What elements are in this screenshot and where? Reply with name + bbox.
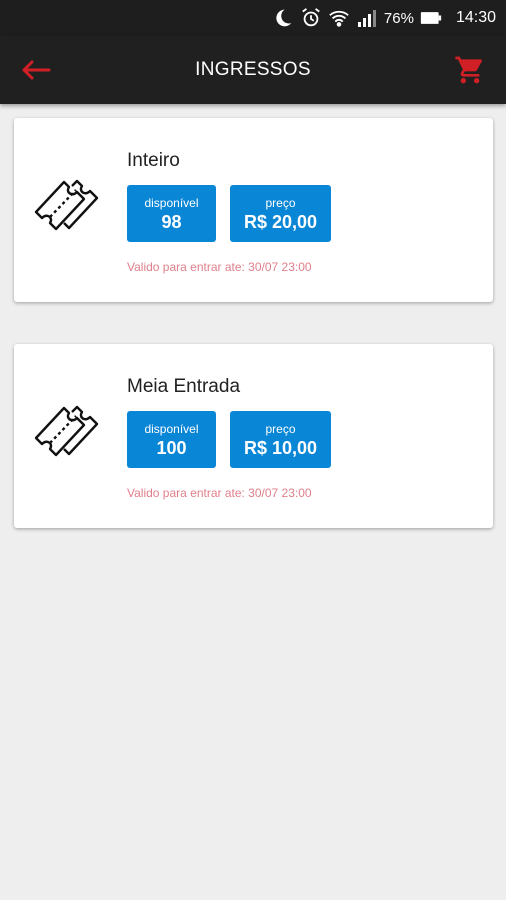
available-count: 100 — [156, 437, 187, 458]
ticket-icon — [34, 405, 99, 457]
wifi-icon — [328, 7, 350, 29]
available-box: disponível 98 — [127, 185, 216, 242]
clock: 14:30 — [455, 9, 496, 26]
back-button[interactable] — [18, 54, 54, 86]
ticket-card-meia-entrada[interactable]: Meia Entrada disponível 100 preço R$ 10,… — [14, 344, 493, 528]
battery-icon — [420, 7, 442, 29]
available-label: disponível — [144, 195, 199, 210]
status-bar: 76% 14:30 — [0, 0, 506, 36]
validity-text: Valido para entrar ate: 30/07 23:00 — [127, 260, 312, 274]
ticket-card-inteiro[interactable]: Inteiro disponível 98 preço R$ 20,00 Val… — [14, 118, 493, 302]
alarm-icon — [300, 7, 322, 29]
available-count: 98 — [161, 211, 182, 232]
available-label: disponível — [144, 421, 199, 436]
ticket-icon — [34, 179, 99, 231]
page-title: INGRESSOS — [195, 59, 311, 80]
moon-icon — [272, 7, 294, 29]
cart-button[interactable] — [452, 52, 488, 88]
signal-icon — [356, 7, 378, 29]
shopping-cart-icon — [455, 56, 483, 84]
ticket-name: Meia Entrada — [127, 376, 241, 397]
battery-percent: 76% — [383, 9, 414, 27]
ticket-name: Inteiro — [127, 150, 180, 171]
available-box: disponível 100 — [127, 411, 216, 468]
validity-text: Valido para entrar ate: 30/07 23:00 — [127, 486, 312, 500]
price-box: preço R$ 10,00 — [230, 411, 331, 468]
price-box: preço R$ 20,00 — [230, 185, 331, 242]
app-bar: INGRESSOS — [0, 36, 506, 104]
arrow-left-icon — [22, 60, 51, 80]
price-label: preço — [265, 195, 296, 210]
price-label: preço — [265, 421, 296, 436]
price-value: R$ 10,00 — [243, 437, 318, 458]
price-value: R$ 20,00 — [243, 211, 318, 232]
